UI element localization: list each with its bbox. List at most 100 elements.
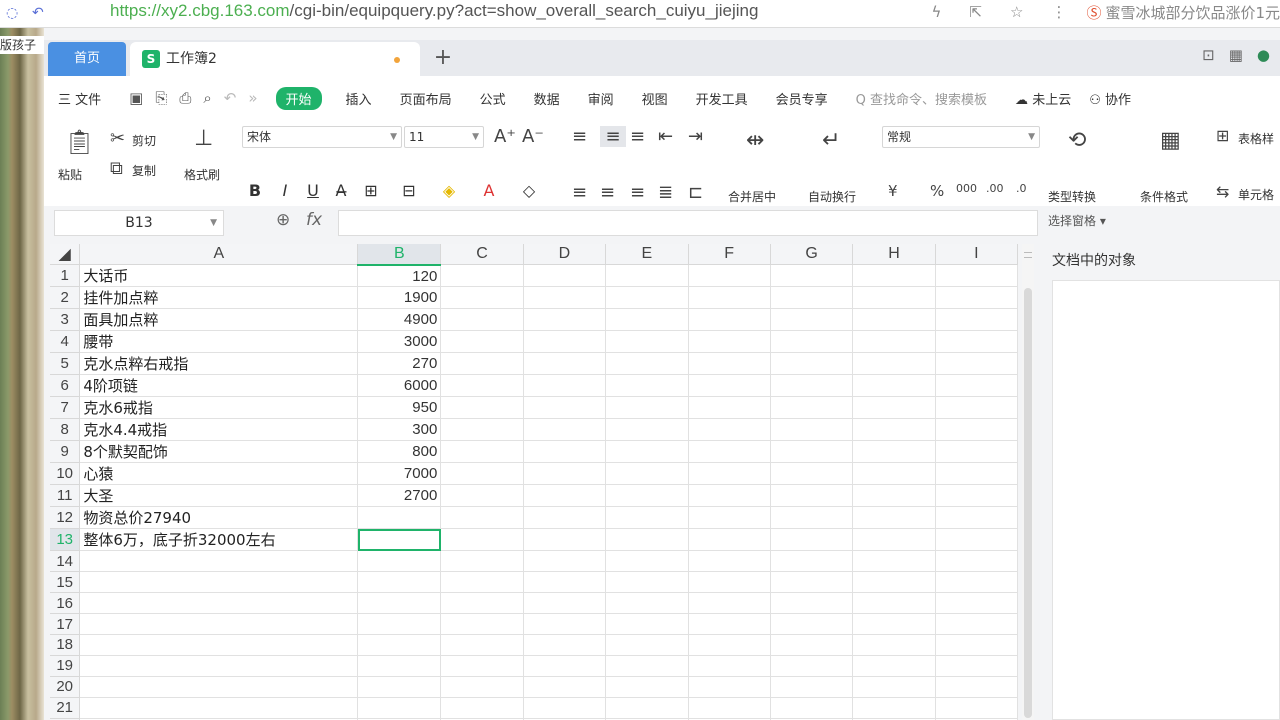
cell-empty[interactable] (523, 308, 607, 332)
paste-button[interactable]: 粘贴 (58, 166, 82, 183)
cell-empty[interactable] (605, 550, 689, 573)
cell-empty[interactable] (605, 655, 689, 677)
tab-workbook[interactable]: S 工作簿2 (130, 42, 420, 76)
user-avatar-icon[interactable]: ● (1257, 46, 1270, 64)
cell-b[interactable]: 270 (357, 352, 442, 376)
cell-a[interactable]: 大圣 (79, 484, 359, 508)
cell-empty[interactable] (935, 308, 1018, 332)
align-left-icon[interactable]: ≡ (572, 182, 587, 203)
row-header[interactable]: 4 (50, 330, 81, 354)
more-quick-icon[interactable]: » (248, 89, 257, 107)
cell-b[interactable] (357, 571, 442, 594)
tab-home[interactable]: 首页 (48, 42, 126, 76)
cell-empty[interactable] (440, 592, 524, 615)
cell-empty[interactable] (523, 374, 607, 398)
cell-empty[interactable] (770, 440, 854, 464)
cell-empty[interactable] (852, 418, 936, 442)
menu-formula[interactable]: 公式 (480, 89, 506, 108)
align-right-icon[interactable]: ≡ (630, 182, 645, 203)
cell-empty[interactable] (605, 440, 689, 464)
cell-empty[interactable] (440, 634, 524, 656)
cell-empty[interactable] (523, 506, 607, 530)
cell-empty[interactable] (770, 286, 854, 310)
cell-empty[interactable] (440, 655, 524, 677)
cell-b[interactable]: 800 (357, 440, 442, 464)
cell-empty[interactable] (605, 396, 689, 420)
cell-a[interactable]: 面具加点粹 (79, 308, 359, 332)
star-icon[interactable]: ☆ (1010, 3, 1023, 21)
cell-empty[interactable] (852, 550, 936, 573)
scroll-handle-icon[interactable] (1024, 252, 1032, 258)
fill-color-icon[interactable]: ◈ (438, 180, 460, 202)
cell-a[interactable]: 挂件加点粹 (79, 286, 359, 310)
cell-empty[interactable] (935, 374, 1018, 398)
row-header[interactable]: 12 (50, 506, 81, 530)
cell-empty[interactable] (605, 506, 689, 530)
cell-empty[interactable] (935, 528, 1018, 552)
cell-b[interactable] (357, 634, 442, 656)
cell-empty[interactable] (605, 528, 689, 552)
scrollbar-thumb[interactable] (1024, 288, 1032, 718)
row-header[interactable]: 18 (50, 634, 81, 656)
cell-b[interactable] (357, 528, 442, 552)
cell-empty[interactable] (770, 528, 854, 552)
cell-b[interactable] (357, 655, 442, 677)
cell-empty[interactable] (770, 697, 854, 719)
justify-icon[interactable]: ≣ (658, 182, 673, 203)
paste-icon[interactable]: 📋︎ (64, 128, 94, 156)
cell-empty[interactable] (688, 676, 771, 698)
cell-empty[interactable] (440, 330, 524, 354)
cell-empty[interactable] (935, 330, 1018, 354)
row-header[interactable]: 10 (50, 462, 81, 486)
cell-empty[interactable] (935, 352, 1018, 376)
menu-review[interactable]: 审阅 (588, 89, 614, 108)
cell-empty[interactable] (852, 396, 936, 420)
cell-empty[interactable] (770, 634, 854, 656)
cell-empty[interactable] (852, 330, 936, 354)
collaborate-button[interactable]: ⚇ 协作 (1089, 89, 1131, 108)
cell-empty[interactable] (605, 676, 689, 698)
menu-member[interactable]: 会员专享 (776, 89, 828, 108)
cloud-status[interactable]: ☁ 未上云 (1015, 89, 1071, 108)
cell-empty[interactable] (688, 697, 771, 719)
column-header-b[interactable]: B (357, 244, 442, 266)
cell-empty[interactable] (440, 462, 524, 486)
cell-empty[interactable] (935, 697, 1018, 719)
more-icon[interactable]: ⋮ (1051, 3, 1066, 21)
cell-empty[interactable] (523, 264, 607, 288)
cell-empty[interactable] (688, 264, 771, 288)
menu-start[interactable]: 开始 (275, 86, 322, 110)
cell-empty[interactable] (523, 462, 607, 486)
cell-a[interactable]: 心猿 (79, 462, 359, 486)
cell-empty[interactable] (688, 352, 771, 376)
cell-empty[interactable] (605, 592, 689, 615)
cell-empty[interactable] (523, 396, 607, 420)
number-format-select[interactable]: 常规 ▼ (882, 126, 1040, 148)
cell-empty[interactable] (523, 484, 607, 508)
name-box[interactable]: B13 ▼ (54, 210, 224, 236)
percent-icon[interactable]: % (930, 182, 944, 200)
cell-a[interactable]: 大话币 (79, 264, 359, 288)
cell-empty[interactable] (605, 462, 689, 486)
browser-app-icon[interactable]: ◌ (6, 3, 18, 23)
row-header[interactable]: 15 (50, 571, 81, 594)
cell-a[interactable] (79, 676, 359, 698)
cell-b[interactable] (357, 592, 442, 615)
increase-decimal-icon[interactable]: .00 (986, 182, 1004, 195)
address-bar[interactable]: https://xy2.cbg.163.com/cgi-bin/equipque… (110, 0, 758, 24)
cell-a[interactable]: 4阶项链 (79, 374, 359, 398)
cell-empty[interactable] (523, 613, 607, 635)
row-header[interactable]: 20 (50, 676, 81, 698)
cell-empty[interactable] (852, 484, 936, 508)
cell-empty[interactable] (605, 697, 689, 719)
cell-empty[interactable] (688, 634, 771, 656)
row-header[interactable]: 6 (50, 374, 81, 398)
cell-empty[interactable] (852, 528, 936, 552)
cell-empty[interactable] (523, 676, 607, 698)
distribute-icon[interactable]: ⊏ (688, 182, 703, 203)
cell-empty[interactable] (523, 697, 607, 719)
cell-empty[interactable] (440, 506, 524, 530)
cell-empty[interactable] (852, 697, 936, 719)
lightning-icon[interactable]: ϟ (932, 3, 942, 21)
row-header[interactable]: 16 (50, 592, 81, 615)
